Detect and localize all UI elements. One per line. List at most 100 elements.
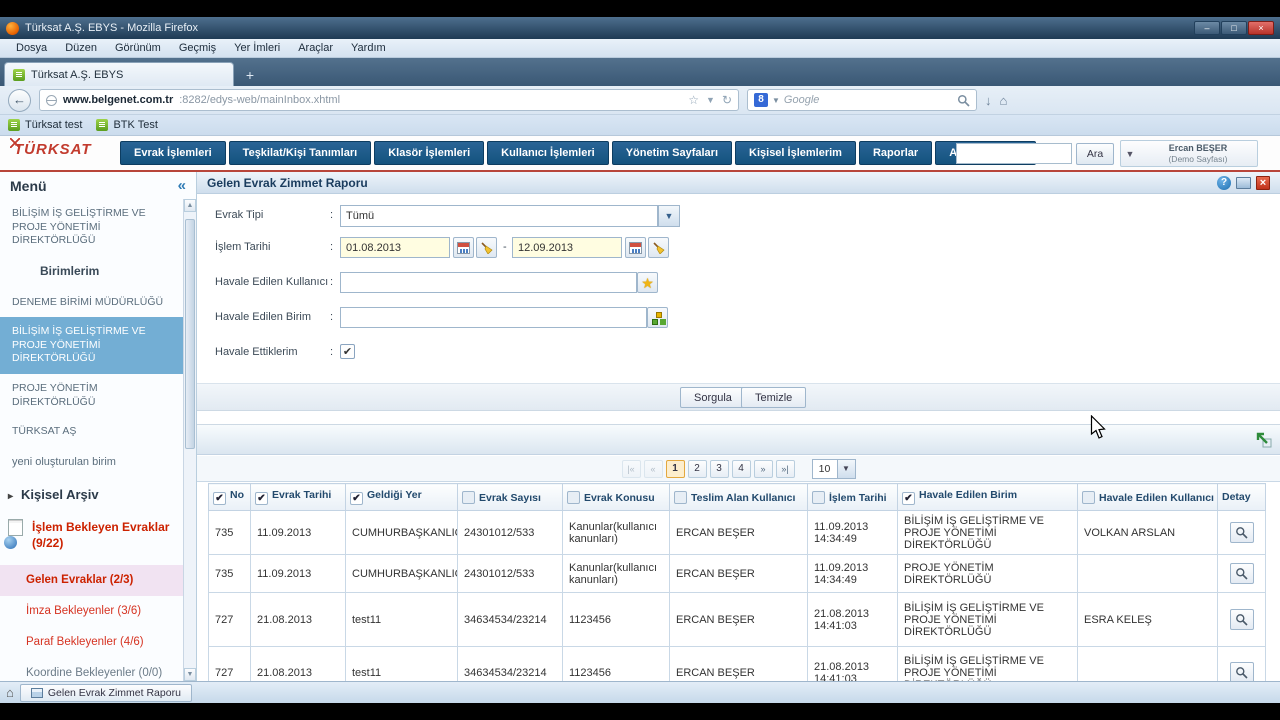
sidebar-item[interactable]: ▸Kişisel Arşiv: [0, 477, 183, 514]
panel-close-icon[interactable]: ×: [1256, 176, 1270, 190]
dropdown-icon[interactable]: ▼: [706, 93, 715, 108]
minimize-button[interactable]: –: [1194, 21, 1220, 35]
clear-button[interactable]: Temizle: [741, 387, 806, 408]
havale-birim-pick-button[interactable]: [647, 307, 668, 328]
menu-item[interactable]: Geçmiş: [171, 41, 224, 55]
sidebar-item[interactable]: Paraf Bekleyenler (4/6): [0, 627, 183, 658]
app-search-input[interactable]: [956, 143, 1072, 164]
column-header[interactable]: İşlem Tarihi: [808, 484, 898, 511]
page-size-dropdown-icon[interactable]: ▼: [838, 459, 856, 479]
search-icon[interactable]: [957, 94, 970, 107]
havale-kullanici-pick-button[interactable]: ★: [637, 272, 658, 293]
havale-birim-input[interactable]: [340, 307, 647, 328]
bookmark-item[interactable]: Türksat test: [8, 119, 82, 131]
sidebar-item[interactable]: Birimlerim: [0, 256, 183, 288]
column-checkbox[interactable]: [674, 491, 687, 504]
menu-item[interactable]: Yer İmleri: [226, 41, 288, 55]
page-last-icon[interactable]: »|: [776, 460, 795, 478]
user-menu[interactable]: ▼ Ercan BEŞER (Demo Sayfası): [1120, 140, 1258, 167]
date-to-clear-button[interactable]: [648, 237, 669, 258]
column-checkbox[interactable]: ✔: [350, 492, 363, 505]
nav-tab[interactable]: Teşkilat/Kişi Tanımları: [229, 141, 372, 165]
browser-tab[interactable]: Türksat A.Ş. EBYS: [4, 62, 234, 86]
scrollbar-thumb[interactable]: [185, 219, 195, 449]
bookmark-item[interactable]: BTK Test: [96, 119, 157, 131]
menu-item[interactable]: Dosya: [8, 41, 55, 55]
column-checkbox[interactable]: [462, 491, 475, 504]
sidebar-item[interactable]: İmza Bekleyenler (3/6): [0, 596, 183, 627]
page-button[interactable]: 3: [710, 460, 729, 478]
detail-button[interactable]: [1230, 563, 1254, 584]
menu-item[interactable]: Araçlar: [290, 41, 341, 55]
new-tab-button[interactable]: +: [238, 66, 262, 86]
sidebar-item[interactable]: Koordine Bekleyenler (0/0): [0, 658, 183, 681]
scroll-down-icon[interactable]: ▼: [184, 668, 196, 681]
page-next-icon[interactable]: »: [754, 460, 773, 478]
search-engine-caret-icon[interactable]: ▼: [772, 96, 780, 105]
date-from-clear-button[interactable]: [476, 237, 497, 258]
column-checkbox[interactable]: ✔: [213, 492, 226, 505]
url-field[interactable]: www.belgenet.com.tr:8282/edys-web/mainIn…: [39, 89, 739, 111]
taskbar-home-icon[interactable]: ⌂: [6, 686, 14, 699]
page-button[interactable]: 1: [666, 460, 685, 478]
column-checkbox[interactable]: [1082, 491, 1095, 504]
sidebar-item[interactable]: İşlem Bekleyen Evraklar (9/22): [0, 514, 183, 565]
bookmark-star-icon[interactable]: ☆: [688, 93, 699, 108]
havale-kullanici-input[interactable]: [340, 272, 637, 293]
column-checkbox[interactable]: ✔: [902, 492, 915, 505]
search-box[interactable]: 8 ▼: [747, 89, 977, 111]
nav-tab[interactable]: Yönetim Sayfaları: [612, 141, 732, 165]
page-size-select[interactable]: 10 ▼: [812, 459, 856, 479]
sidebar-collapse-icon[interactable]: «: [178, 177, 186, 194]
column-checkbox[interactable]: ✔: [255, 492, 268, 505]
sidebar-item[interactable]: BİLİŞİM İŞ GELİŞTİRME VE PROJE YÖNETİMİ …: [0, 317, 183, 374]
sidebar-item[interactable]: Gelen Evraklar (2/3): [0, 565, 183, 596]
menu-item[interactable]: Görünüm: [107, 41, 169, 55]
sidebar-item[interactable]: yeni oluşturulan birim: [0, 447, 183, 477]
maximize-button[interactable]: □: [1221, 21, 1247, 35]
detail-button[interactable]: [1230, 609, 1254, 630]
back-button[interactable]: ←: [8, 89, 31, 112]
sidebar-item[interactable]: BİLİŞİM İŞ GELİŞTİRME VE PROJE YÖNETİMİ …: [0, 199, 183, 256]
menu-item[interactable]: Düzen: [57, 41, 105, 55]
nav-tab[interactable]: Klasör İşlemleri: [374, 141, 484, 165]
taskbar-tab[interactable]: Gelen Evrak Zimmet Raporu: [20, 684, 192, 702]
evrak-tipi-select[interactable]: Tümü: [340, 205, 658, 227]
date-to-calendar-button[interactable]: [625, 237, 646, 258]
nav-tab[interactable]: Kullanıcı İşlemleri: [487, 141, 609, 165]
column-header[interactable]: ✔Evrak Tarihi: [251, 484, 346, 511]
page-button[interactable]: 2: [688, 460, 707, 478]
column-checkbox[interactable]: [812, 491, 825, 504]
page-button[interactable]: 4: [732, 460, 751, 478]
web-search-input[interactable]: [784, 94, 953, 106]
menu-item[interactable]: Yardım: [343, 41, 394, 55]
app-search-button[interactable]: Ara: [1076, 143, 1114, 165]
detail-button[interactable]: [1230, 662, 1254, 681]
home-icon[interactable]: ⌂: [1000, 93, 1008, 108]
detail-button[interactable]: [1230, 522, 1254, 543]
column-header[interactable]: ✔Havale Edilen Birim: [898, 484, 1078, 511]
page-prev-icon[interactable]: «: [644, 460, 663, 478]
page-first-icon[interactable]: |«: [622, 460, 641, 478]
date-from-calendar-button[interactable]: [453, 237, 474, 258]
nav-tab[interactable]: Kişisel İşlemlerim: [735, 141, 856, 165]
evrak-tipi-dropdown-icon[interactable]: ▼: [658, 205, 680, 227]
column-header[interactable]: Evrak Konusu: [563, 484, 670, 511]
havale-ettiklerim-checkbox[interactable]: ✔: [340, 344, 355, 359]
date-from-input[interactable]: [340, 237, 450, 258]
sidebar-item[interactable]: DENEME BİRİMİ MÜDÜRLÜĞÜ: [0, 288, 183, 318]
column-header[interactable]: ✔No: [209, 484, 251, 511]
sidebar-scrollbar[interactable]: ▲ ▼: [183, 199, 196, 681]
query-button[interactable]: Sorgula: [680, 387, 746, 408]
sidebar-item[interactable]: TÜRKSAT AŞ: [0, 417, 183, 447]
downloads-icon[interactable]: ↓: [985, 93, 992, 108]
column-checkbox[interactable]: [567, 491, 580, 504]
reload-icon[interactable]: ↻: [722, 93, 732, 108]
sidebar-item[interactable]: PROJE YÖNETİM DİREKTÖRLÜĞÜ: [0, 374, 183, 417]
column-header[interactable]: Detay: [1218, 484, 1266, 511]
column-header[interactable]: Havale Edilen Kullanıcı: [1078, 484, 1218, 511]
column-header[interactable]: ✔Geldiği Yer: [346, 484, 458, 511]
fullscreen-icon[interactable]: [1236, 177, 1251, 189]
date-to-input[interactable]: [512, 237, 622, 258]
export-icon[interactable]: [1256, 432, 1272, 448]
